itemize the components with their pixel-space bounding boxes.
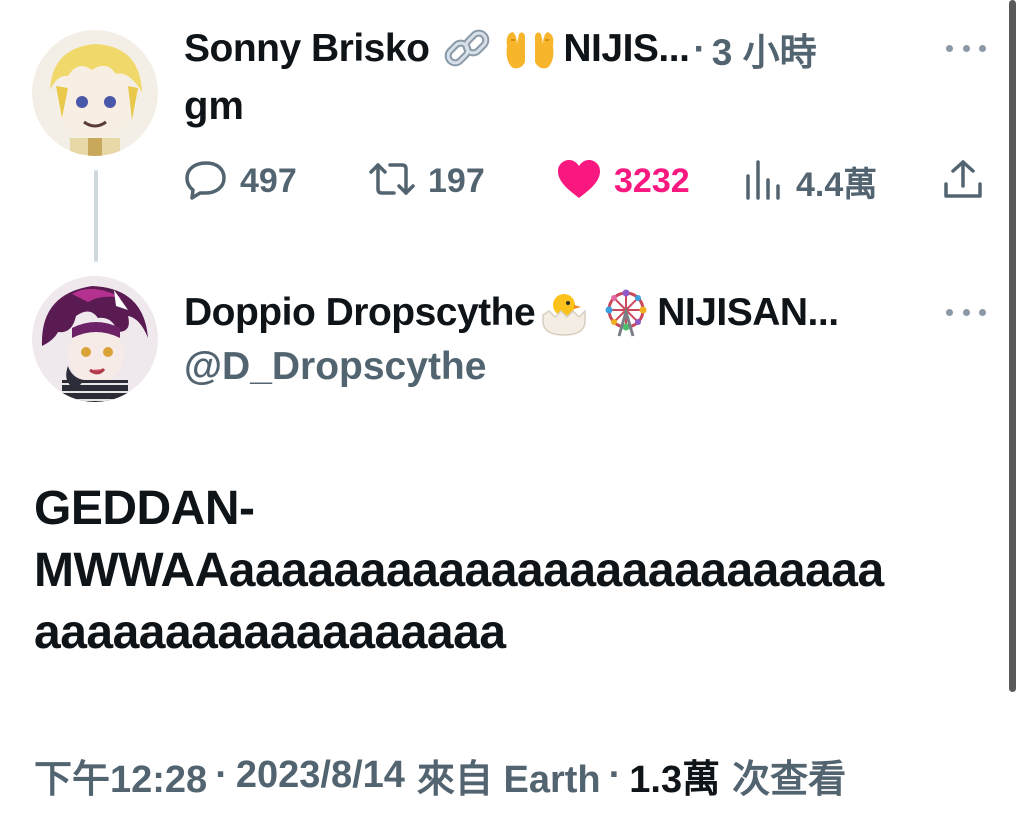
footer-separator: · bbox=[215, 754, 228, 796]
tweet-thread: Sonny Brisko NIJIS... · 3 小時 gm 497 197 … bbox=[0, 0, 1024, 819]
views-button[interactable]: 4.4萬 bbox=[744, 158, 877, 204]
tweet-date[interactable]: 2023/8/14 bbox=[236, 754, 405, 797]
reply-count: 497 bbox=[240, 161, 297, 200]
more-options-icon[interactable] bbox=[946, 42, 986, 54]
share-icon bbox=[942, 158, 984, 205]
avatar-doppio-dropscythe[interactable] bbox=[32, 276, 158, 402]
author-suffix: NIJIS... bbox=[563, 27, 690, 70]
heart-filled-icon bbox=[556, 158, 602, 205]
tweet-footer-meta: 下午12:28 · 2023/8/14 來自 Earth · 1.3萬 次查看 bbox=[34, 748, 846, 803]
hatching-chick-emoji-icon bbox=[537, 289, 591, 337]
author-handle[interactable]: @D_Dropscythe bbox=[184, 345, 486, 389]
tweet-time[interactable]: 下午12:28 bbox=[34, 748, 207, 803]
views-count: 4.4萬 bbox=[796, 165, 878, 204]
raising-hands-emoji-icon bbox=[501, 26, 559, 72]
tweet-time[interactable]: 3 小時 bbox=[712, 22, 817, 76]
footer-separator: · bbox=[608, 754, 622, 796]
main-tweet-handle-row: @D_Dropscythe bbox=[184, 342, 486, 392]
main-tweet-header: Doppio Dropscythe NIJISAN... bbox=[184, 288, 839, 338]
scrollbar[interactable] bbox=[1009, 0, 1016, 692]
reply-button[interactable]: 497 bbox=[184, 158, 297, 204]
tweet-source: 來自 Earth bbox=[416, 759, 601, 801]
more-options-icon[interactable] bbox=[946, 306, 986, 318]
retweet-button[interactable]: 197 bbox=[368, 158, 485, 204]
reply-tweet-header: Sonny Brisko NIJIS... · 3 小時 bbox=[184, 24, 817, 74]
author-suffix: NIJISAN... bbox=[657, 291, 839, 334]
thread-connector-line bbox=[94, 170, 98, 262]
ferris-wheel-emoji-icon bbox=[599, 288, 653, 338]
share-button[interactable] bbox=[942, 158, 984, 204]
tweet-views-count: 1.3萬 bbox=[629, 759, 721, 801]
like-count: 3232 bbox=[614, 161, 690, 200]
avatar-sonny-brisko[interactable] bbox=[32, 30, 158, 156]
tweet-views-label: 次查看 bbox=[732, 759, 847, 801]
reply-tweet-actions: 497 197 3232 4.4萬 bbox=[184, 158, 994, 204]
reply-tweet-text: gm bbox=[184, 84, 244, 128]
main-tweet-text: GEDDAN- MWWAAaaaaaaaaaaaaaaaaaaaaaaaaa a… bbox=[34, 478, 994, 664]
tweet-text-line: GEDDAN- bbox=[34, 482, 255, 535]
reply-icon bbox=[184, 158, 228, 205]
time-separator: · bbox=[693, 28, 706, 69]
link-emoji-icon bbox=[443, 26, 493, 72]
retweet-count: 197 bbox=[428, 161, 485, 200]
tweet-text-line: aaaaaaaaaaaaaaaaaa bbox=[34, 606, 506, 659]
bar-chart-icon bbox=[744, 158, 784, 205]
like-button[interactable]: 3232 bbox=[556, 158, 690, 204]
tweet-text-line: MWWAAaaaaaaaaaaaaaaaaaaaaaaaaa bbox=[34, 544, 884, 597]
retweet-icon bbox=[368, 159, 416, 204]
author-name[interactable]: Sonny Brisko bbox=[184, 27, 430, 71]
author-name[interactable]: Doppio Dropscythe bbox=[184, 291, 536, 335]
